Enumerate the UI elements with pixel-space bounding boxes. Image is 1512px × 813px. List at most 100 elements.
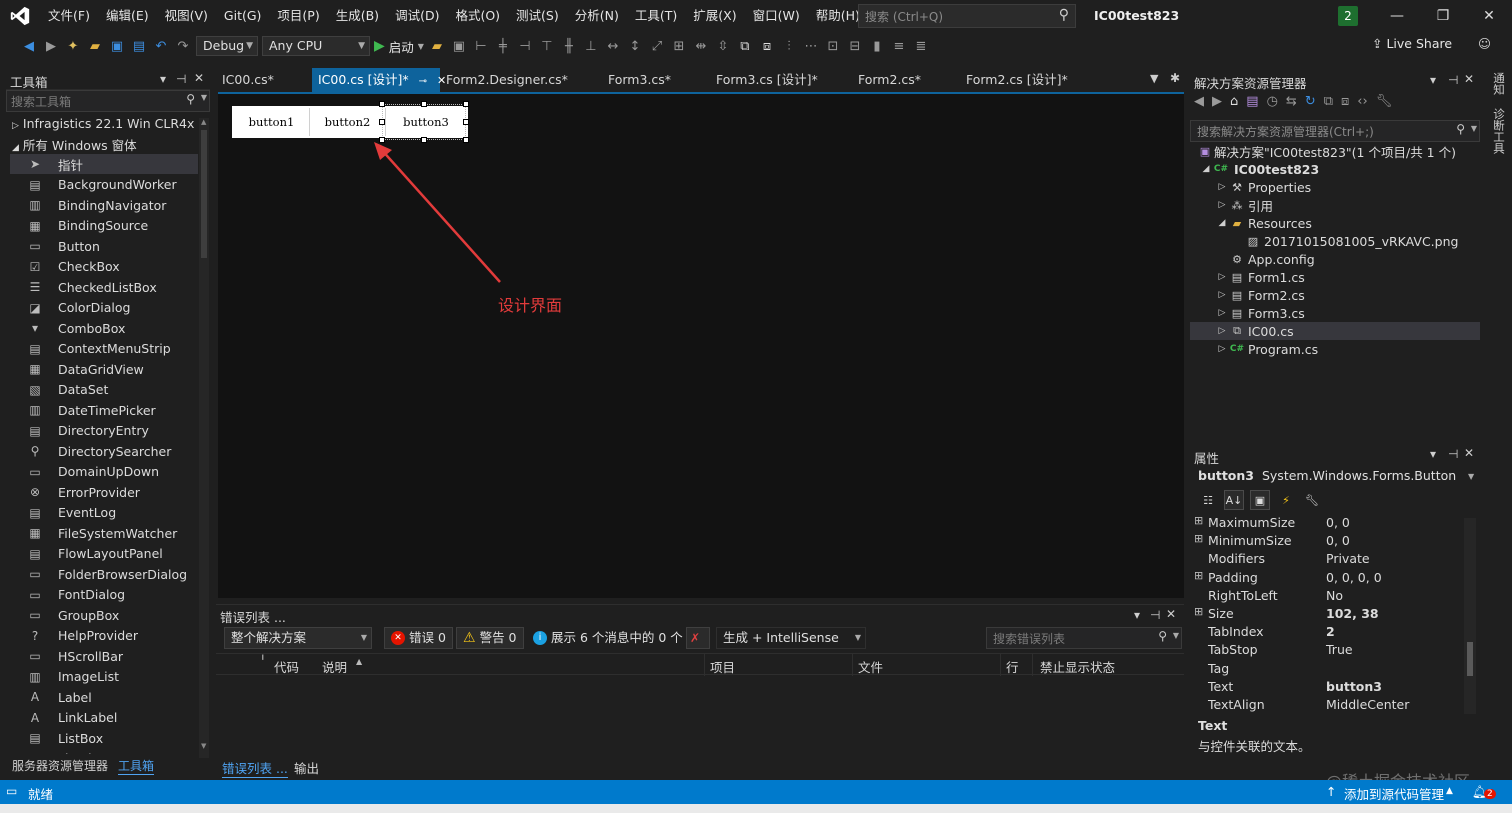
panel-menu-icon[interactable]: ▾ [1430,73,1436,87]
open-file-icon[interactable]: ▰ [86,37,104,55]
form-button1[interactable]: button1 [234,108,310,136]
form-button2[interactable]: button2 [310,108,386,136]
property-value[interactable]: True [1326,642,1353,657]
tree-item-form3[interactable]: ▷ ▤ Form3.cs [1190,304,1480,322]
view-code-icon[interactable]: ‹› [1357,94,1367,116]
restore-button[interactable]: ❐ [1420,0,1466,32]
menu-analyze[interactable]: 分析(N) [567,0,627,32]
horizontal-spacing-icon[interactable]: ⇹ [692,37,710,55]
property-row[interactable]: TabStop True [1190,641,1462,659]
notification-badge[interactable]: 2 [1338,6,1358,26]
toolbox-item[interactable]: ▤ ListBox [10,728,198,748]
menu-view[interactable]: 视图(V) [157,0,216,32]
bring-to-front-icon[interactable]: ⧉ [736,37,754,55]
toolbox-item[interactable]: ▤ EventLog [10,503,198,523]
tab-order-icon[interactable]: ⊟ [846,37,864,55]
toolbox-item[interactable]: A Label [10,687,198,707]
toolbox-item[interactable]: ▤ BackgroundWorker [10,175,198,195]
new-project-icon[interactable]: ✦ [64,37,82,55]
tree-item-references[interactable]: ▷ ⁂ 引用 [1190,196,1480,214]
panel-menu-icon[interactable]: ▾ [1134,608,1140,622]
expand-icon[interactable]: ⊞ [1194,532,1204,545]
feedback-icon[interactable]: ☺ [1478,36,1491,51]
menu-edit[interactable]: 编辑(E) [98,0,157,32]
toolbox-item[interactable]: ▭ DomainUpDown [10,462,198,482]
alphabetical-icon[interactable]: A↓ [1224,490,1244,510]
close-icon[interactable]: ✕ [1464,72,1474,86]
pin-icon[interactable]: ⊣ [1448,447,1458,461]
error-search-input[interactable]: 搜索错误列表 ⚲ ▼ [986,627,1182,649]
menu-project[interactable]: 项目(P) [269,0,327,32]
back-icon[interactable]: ◀ [1194,94,1204,116]
tab-ic00-cs[interactable]: IC00.cs* [216,68,312,92]
configuration-select[interactable]: Debug ▼ [196,36,258,56]
errors-filter-button[interactable]: ✕ 错误 0 [384,627,453,649]
tree-item-properties[interactable]: ▷ ⚒ Properties [1190,178,1480,196]
close-icon[interactable]: ✕ [1166,607,1176,621]
panel-menu-icon[interactable]: ▾ [1430,447,1436,461]
toolbox-item[interactable]: ☑ CheckBox [10,257,198,277]
align-bottoms-icon[interactable]: ⊥ [582,37,600,55]
scroll-down-icon[interactable]: ▼ [201,742,206,750]
forward-icon[interactable]: ▶ [1212,94,1222,116]
tab-form2-designer-cs[interactable]: Form2.Designer.cs* [440,68,602,92]
tree-item-program[interactable]: ▷ C# Program.cs [1190,340,1480,358]
property-row[interactable]: TabIndex 2 [1190,623,1462,641]
solution-search-input[interactable]: 搜索解决方案资源管理器(Ctrl+;) ⚲ ▼ [1190,120,1480,142]
properties-wrench-icon[interactable]: 🔧︎ [1376,94,1393,116]
categorized-icon[interactable]: ☷ [1198,490,1218,510]
menu-window[interactable]: 窗口(W) [745,0,808,32]
property-row[interactable]: ⊞ Size 102, 38 [1190,605,1462,623]
column-code[interactable]: 代码 [274,657,299,676]
build-intellisense-select[interactable]: 生成 + IntelliSense ▼ [716,627,866,649]
expand-icon[interactable]: ⊞ [1194,514,1204,527]
toolbox-item[interactable]: ▤ FlowLayoutPanel [10,544,198,564]
tab-form3-cs[interactable]: Form3.cs* [602,68,710,92]
property-row[interactable]: Tag [1190,660,1462,678]
tab-list-dropdown-icon[interactable]: ▼ [1150,72,1158,85]
column-line[interactable]: 行 [1006,657,1019,676]
properties-scroll-thumb[interactable] [1467,642,1473,676]
property-row[interactable]: TextAlign MiddleCenter [1190,696,1462,714]
tab-form2-designer[interactable]: Form2.cs [设计]* [960,68,1080,92]
toolbox-item[interactable]: ▭ GroupBox [10,605,198,625]
save-all-icon[interactable]: ▤ [130,37,148,55]
make-same-height-icon[interactable]: ↕ [626,37,644,55]
pin-icon[interactable]: ⊣ [1150,608,1160,622]
column-description[interactable]: 说明 [322,657,347,676]
resize-handle[interactable] [463,119,469,125]
expand-icon[interactable]: ⊞ [1194,569,1204,582]
property-value[interactable]: 0, 0, 0, 0 [1326,570,1382,585]
resize-handle[interactable] [463,101,469,107]
tree-item-png-resource[interactable]: ▨ 20171015081005_vRKAVC.png [1190,232,1480,250]
menu-debug[interactable]: 调试(D) [387,0,447,32]
warnings-filter-button[interactable]: ⚠ 警告 0 [456,627,524,649]
vertical-spacing-icon[interactable]: ⇳ [714,37,732,55]
property-value[interactable]: Private [1326,551,1370,566]
resize-handle[interactable] [421,101,427,107]
menu-format[interactable]: 格式(O) [447,0,508,32]
property-row[interactable]: RightToLeft No [1190,587,1462,605]
tab-output[interactable]: 输出 [294,758,319,777]
property-value[interactable]: No [1326,588,1343,603]
toolbox-item[interactable]: ▦ FileSystemWatcher [10,523,198,543]
menu-test[interactable]: 测试(S) [508,0,567,32]
events-lightning-icon[interactable]: ⚡ [1276,490,1296,510]
tree-solution-node[interactable]: ▣ 解决方案"IC00test823"(1 个项目/共 1 个) [1190,142,1480,160]
toolbox-item[interactable]: ▦ BindingSource [10,216,198,236]
toolbox-item[interactable]: ▦ DataGridView [10,359,198,379]
sync-icon[interactable]: ⇆ [1286,94,1297,116]
align-centers-icon[interactable]: ╪ [494,37,512,55]
properties-view-icon[interactable]: ▣ [1250,490,1270,510]
toolbox-group-windows-forms[interactable]: ◢ 所有 Windows 窗体 [12,135,137,154]
lock-controls-icon[interactable]: ⊡ [824,37,842,55]
resize-handle[interactable] [379,119,385,125]
tab-form2-cs[interactable]: Form2.cs* [852,68,960,92]
make-same-width-icon[interactable]: ↔ [604,37,622,55]
close-icon[interactable]: ✕ [194,71,204,85]
toolbox-item[interactable]: ▭ HScrollBar [10,646,198,666]
navigate-back-icon[interactable]: ◀ [20,37,38,55]
collapse-all-icon[interactable]: ⧉ [1324,94,1333,116]
center-horizontally-icon[interactable]: ⫶ [780,37,798,55]
tab-ic00-designer[interactable]: IC00.cs [设计]* ⊸ ✕ [312,68,446,92]
